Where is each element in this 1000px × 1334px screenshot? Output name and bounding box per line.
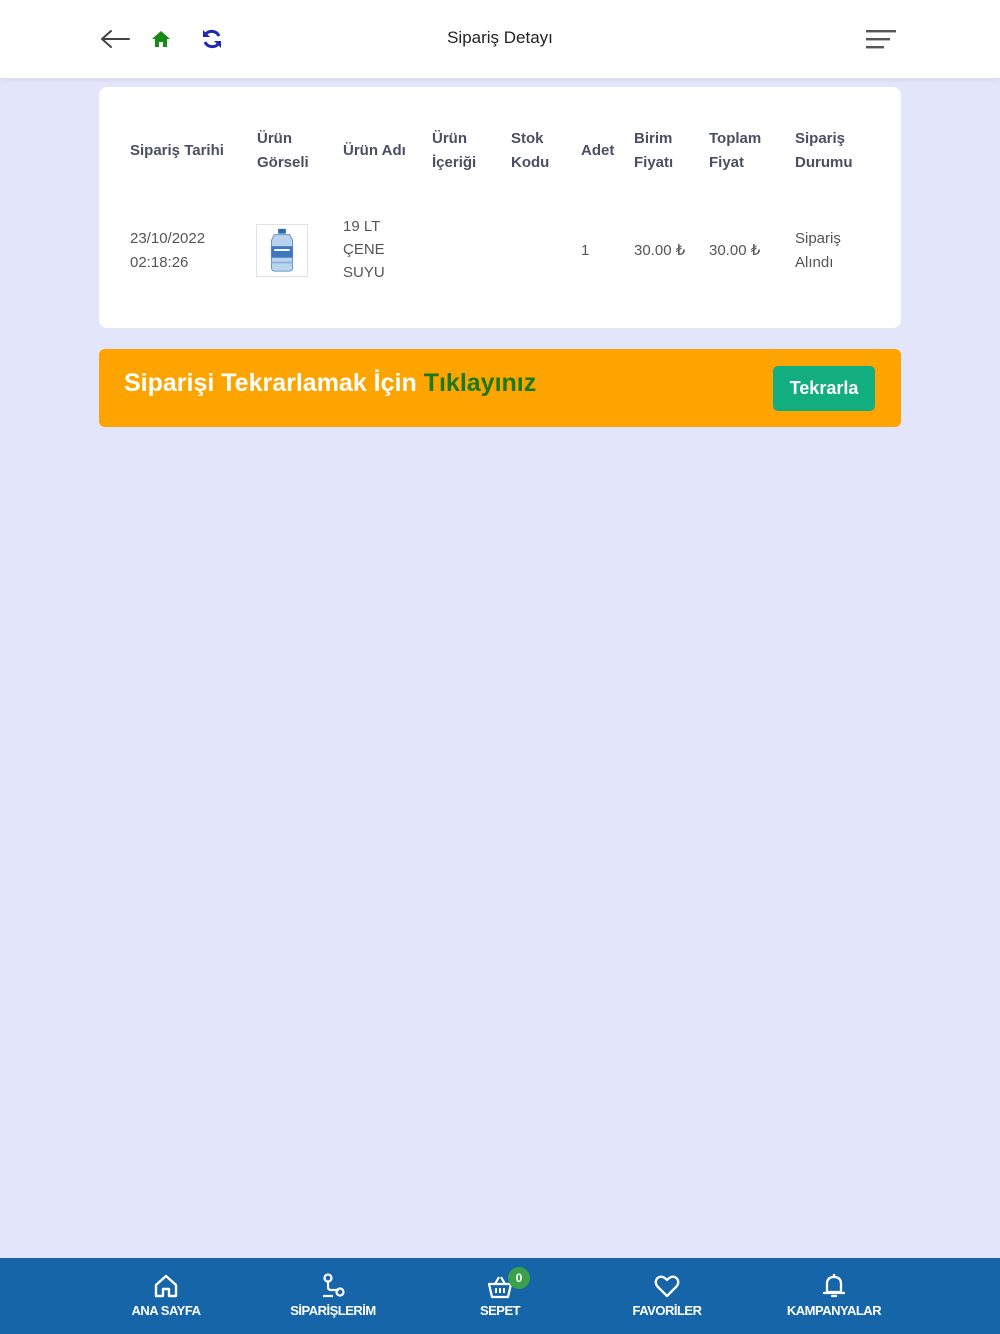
header-unit-price: Birim Fiyatı bbox=[634, 130, 674, 171]
quantity-value: 1 bbox=[581, 242, 590, 259]
nav-item-orders[interactable]: SİPARİŞLERİM bbox=[253, 1258, 413, 1334]
nav-item-campaigns[interactable]: KAMPANYALAR bbox=[754, 1258, 914, 1334]
order-date-value: 23/10/2022 02:18:26 bbox=[130, 230, 206, 271]
product-name-value: 19 LT ÇENE SUYU bbox=[343, 218, 385, 281]
orders-icon bbox=[323, 1273, 345, 1298]
bottom-nav: ANA SAYFA SİPARİŞLERİM 0 SEPET FAVORİLER bbox=[0, 1258, 1000, 1334]
order-detail-card: Sipariş Tarihi Ürün Görseli Ürün Adı Ürün… bbox=[99, 87, 901, 328]
header-product-image: Ürün Görseli bbox=[257, 130, 309, 171]
nav-item-basket[interactable]: 0 SEPET bbox=[420, 1258, 580, 1334]
page-title: Sipariş Detayı bbox=[447, 28, 553, 47]
top-bar: Sipariş Detayı bbox=[0, 0, 1000, 78]
total-price-value: 30.00 ₺ bbox=[709, 242, 761, 259]
header-stock-code: Stok Kodu bbox=[511, 130, 550, 171]
bell-icon bbox=[822, 1274, 846, 1298]
heart-icon bbox=[654, 1275, 680, 1298]
nav-item-home[interactable]: ANA SAYFA bbox=[86, 1258, 246, 1334]
header-product-name: Ürün Adı bbox=[343, 142, 406, 159]
header-order-status: Sipariş Durumu bbox=[795, 130, 853, 171]
basket-count-badge: 0 bbox=[508, 1267, 530, 1289]
header-order-date: Sipariş Tarihi bbox=[130, 142, 224, 159]
repeat-order-text: Siparişi Tekrarlamak İçin Tıklayınız bbox=[124, 369, 537, 397]
header-quantity: Adet bbox=[581, 142, 615, 159]
home-icon bbox=[154, 1274, 178, 1298]
repeat-button[interactable]: Tekrarla bbox=[773, 366, 875, 411]
click-highlight-text: Tıklayınız bbox=[423, 369, 537, 397]
unit-price-value: 30.00 ₺ bbox=[634, 242, 686, 259]
menu-icon[interactable] bbox=[864, 27, 898, 53]
header-product-content: Ürün İçeriği bbox=[432, 130, 477, 171]
product-image bbox=[256, 224, 308, 277]
nav-item-favorites[interactable]: FAVORİLER bbox=[587, 1258, 747, 1334]
header-total-price: Toplam Fiyat bbox=[709, 130, 762, 171]
water-bottle-icon bbox=[270, 228, 294, 272]
order-status-value: Sipariş Alındı bbox=[795, 230, 841, 271]
repeat-order-banner: Siparişi Tekrarlamak İçin Tıklayınız Tek… bbox=[99, 349, 901, 427]
